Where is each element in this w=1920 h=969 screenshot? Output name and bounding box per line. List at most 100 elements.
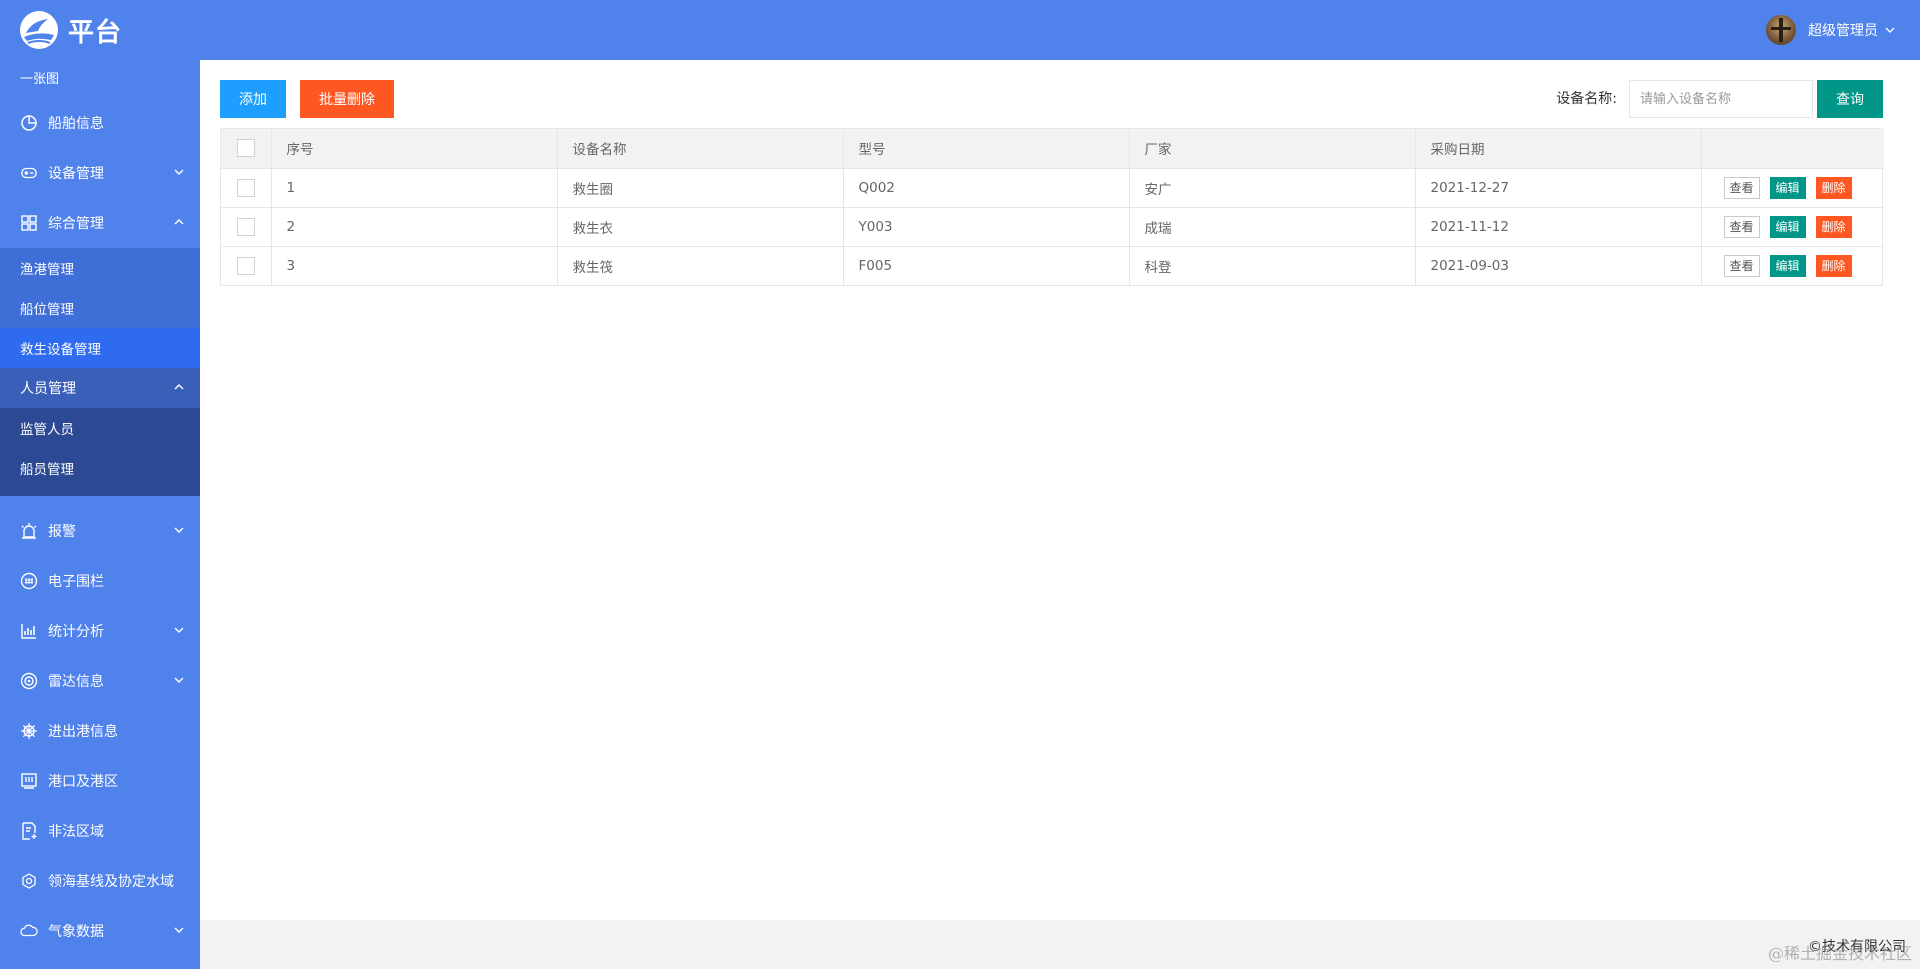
- sidebar-item-supervisors[interactable]: 监管人员: [0, 408, 200, 448]
- column-header: 采购日期: [1415, 129, 1702, 169]
- table-row: 1 救生圈 Q002 安广 2021-12-27 查看 编辑 删除: [221, 168, 1884, 208]
- sidebar-item-label: 领海基线及协定水域: [48, 874, 174, 890]
- view-button[interactable]: 查看: [1723, 215, 1760, 238]
- delete-button[interactable]: 删除: [1815, 215, 1852, 238]
- chevron-down-icon: [174, 927, 184, 933]
- view-button[interactable]: 查看: [1723, 254, 1760, 277]
- sidebar-item-illegal-area[interactable]: 非法区域: [0, 806, 200, 856]
- query-button[interactable]: 查询: [1817, 80, 1883, 118]
- row-select-cell: [221, 246, 272, 285]
- toolbar: 添加 批量删除 设备名称: 查询: [220, 80, 1883, 118]
- submenu-personnel-mgmt: 监管人员 船员管理: [0, 408, 200, 496]
- device-icon: [20, 164, 38, 182]
- illegal-area-icon: [20, 822, 38, 840]
- sidebar-item-label: 雷达信息: [48, 674, 104, 690]
- sidebar-item-device-mgmt[interactable]: 设备管理: [0, 148, 200, 198]
- sidebar-item-general-mgmt[interactable]: 综合管理: [0, 198, 200, 248]
- sidebar-item-crew[interactable]: 船员管理: [0, 448, 200, 488]
- sidebar-item-grid[interactable]: 网格: [0, 956, 200, 969]
- sidebar-item-label: 进出港信息: [48, 724, 118, 740]
- user-menu[interactable]: 超级管理员: [1766, 15, 1920, 45]
- search-label: 设备名称:: [1556, 91, 1617, 107]
- select-all-checkbox[interactable]: [236, 139, 255, 158]
- top-header: 平台 超级管理员: [0, 0, 1920, 60]
- cell-actions: 查看 编辑 删除: [1701, 207, 1884, 247]
- sidebar-item-ship-info[interactable]: 船舶信息: [0, 98, 200, 148]
- baseline-icon: [20, 872, 38, 890]
- row-select-cell: [221, 207, 272, 247]
- chevron-up-icon: [174, 384, 184, 390]
- sidebar-item-radar[interactable]: 雷达信息: [0, 656, 200, 706]
- edit-button[interactable]: 编辑: [1769, 176, 1806, 199]
- sidebar-divider: [0, 496, 200, 506]
- sidebar-item-statistics[interactable]: 统计分析: [0, 606, 200, 656]
- sidebar-item-label: 设备管理: [48, 166, 104, 182]
- cell-maker: 安广: [1129, 168, 1416, 208]
- sidebar-item-geofence[interactable]: 电子围栏: [0, 556, 200, 606]
- sidebar: 一张图 船舶信息 设备管理 综合管理 渔港管理 船位管理 救生设备管理 人员管理…: [0, 60, 200, 969]
- table-header-row: 序号 设备名称 型号 厂家 采购日期: [221, 129, 1884, 169]
- cell-maker: 科登: [1129, 246, 1416, 285]
- main-content: 添加 批量删除 设备名称: 查询 序号 设备名称 型号: [200, 60, 1920, 969]
- sidebar-item-fishing-port[interactable]: 渔港管理: [0, 248, 200, 288]
- sidebar-item-overview[interactable]: 一张图: [0, 60, 200, 98]
- footer: ©技术有限公司: [200, 920, 1920, 969]
- table-row: 2 救生衣 Y003 成瑞 2021-11-12 查看 编辑 删除: [221, 207, 1884, 247]
- sidebar-item-label: 电子围栏: [48, 574, 104, 590]
- sidebar-item-weather[interactable]: 气象数据: [0, 906, 200, 956]
- chevron-down-icon: [174, 677, 184, 683]
- sidebar-item-lifesaving-equipment[interactable]: 救生设备管理: [0, 328, 200, 368]
- sidebar-item-territorial-baseline[interactable]: 领海基线及协定水域: [0, 856, 200, 906]
- equipment-table: 序号 设备名称 型号 厂家 采购日期 1 救生圈 Q002 安广 2021-12…: [220, 128, 1884, 286]
- row-checkbox[interactable]: [236, 217, 255, 236]
- column-header: 序号: [271, 129, 558, 169]
- chevron-down-icon: [174, 527, 184, 533]
- cell-name: 救生圈: [557, 168, 844, 208]
- row-checkbox[interactable]: [236, 256, 255, 275]
- device-name-search-input[interactable]: [1629, 80, 1813, 118]
- sidebar-item-label: 船舶信息: [48, 116, 104, 132]
- grid-icon: [20, 214, 38, 232]
- sidebar-item-port-entry-exit[interactable]: 进出港信息: [0, 706, 200, 756]
- cell-maker: 成瑞: [1129, 207, 1416, 247]
- cell-model: F005: [843, 246, 1130, 285]
- sidebar-item-personnel-mgmt[interactable]: 人员管理: [0, 368, 200, 408]
- batch-delete-button[interactable]: 批量删除: [300, 80, 394, 118]
- column-header: 厂家: [1129, 129, 1416, 169]
- edit-button[interactable]: 编辑: [1769, 254, 1806, 277]
- row-checkbox[interactable]: [236, 178, 255, 197]
- avatar: [1766, 15, 1796, 45]
- watermark: @稀土掘金技术社区: [1767, 944, 1912, 963]
- sidebar-item-alarm[interactable]: 报警: [0, 506, 200, 556]
- sidebar-item-port-area[interactable]: 港口及港区: [0, 756, 200, 806]
- sidebar-item-label: 人员管理: [20, 381, 76, 397]
- select-all-cell: [221, 129, 272, 169]
- column-header: 型号: [843, 129, 1130, 169]
- pie-chart-icon: [20, 114, 38, 132]
- add-button[interactable]: 添加: [220, 80, 286, 118]
- sidebar-item-label: 统计分析: [48, 624, 104, 640]
- view-button[interactable]: 查看: [1723, 176, 1760, 199]
- row-select-cell: [221, 168, 272, 208]
- cell-model: Q002: [843, 168, 1130, 208]
- edit-button[interactable]: 编辑: [1769, 215, 1806, 238]
- cell-date: 2021-12-27: [1415, 168, 1702, 208]
- submenu-general-mgmt: 渔港管理 船位管理 救生设备管理: [0, 248, 200, 368]
- delete-button[interactable]: 删除: [1815, 254, 1852, 277]
- alarm-icon: [20, 522, 38, 540]
- cell-actions: 查看 编辑 删除: [1701, 246, 1884, 285]
- cell-date: 2021-11-12: [1415, 207, 1702, 247]
- logo-text: 平台: [68, 17, 123, 48]
- cell-no: 1: [271, 168, 558, 208]
- cell-no: 3: [271, 246, 558, 285]
- ship-logo-icon: [20, 11, 58, 49]
- cell-name: 救生衣: [557, 207, 844, 247]
- sidebar-item-berth[interactable]: 船位管理: [0, 288, 200, 328]
- chevron-down-icon: [174, 169, 184, 175]
- delete-button[interactable]: 删除: [1815, 176, 1852, 199]
- logo[interactable]: 平台: [0, 0, 122, 60]
- cell-name: 救生筏: [557, 246, 844, 285]
- column-header: 设备名称: [557, 129, 844, 169]
- cell-actions: 查看 编辑 删除: [1701, 168, 1884, 208]
- cell-date: 2021-09-03: [1415, 246, 1702, 285]
